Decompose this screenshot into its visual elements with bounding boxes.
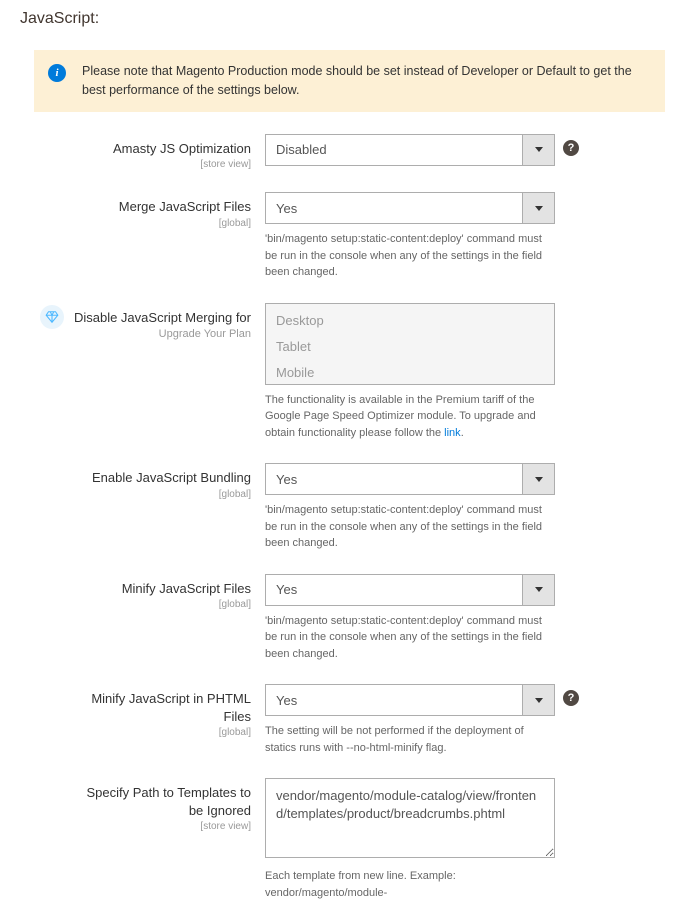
diamond-icon <box>40 305 64 329</box>
info-icon: i <box>48 64 66 82</box>
field-label: Merge JavaScript Files <box>70 198 251 216</box>
field-label: Amasty JS Optimization <box>70 140 251 158</box>
upgrade-link[interactable]: link <box>444 427 461 439</box>
chevron-down-icon <box>522 575 554 605</box>
section-title: JavaScript: <box>20 10 665 28</box>
field-scope: [global] <box>70 489 251 500</box>
templates-path-textarea[interactable] <box>265 778 555 858</box>
field-note: The functionality is available in the Pr… <box>265 392 555 442</box>
chevron-down-icon <box>522 135 554 165</box>
merge-js-select[interactable]: Yes <box>265 192 555 224</box>
field-scope: [global] <box>70 599 251 610</box>
minify-js-select[interactable]: Yes <box>265 574 555 606</box>
notice-box: i Please note that Magento Production mo… <box>34 50 665 112</box>
enable-bundling-select[interactable]: Yes <box>265 463 555 495</box>
field-scope: [global] <box>70 727 251 738</box>
field-minify-js: Minify JavaScript Files [global] Yes 'bi… <box>20 574 665 663</box>
minify-phtml-select[interactable]: Yes <box>265 684 555 716</box>
field-scope: [store view] <box>70 159 251 170</box>
field-merge-js: Merge JavaScript Files [global] Yes 'bin… <box>20 192 665 281</box>
field-minify-phtml: Minify JavaScript in PHTML Files [global… <box>20 684 665 756</box>
field-label: Enable JavaScript Bundling <box>70 469 251 487</box>
field-scope: [global] <box>70 218 251 229</box>
field-note: 'bin/magento setup:static-content:deploy… <box>265 502 555 552</box>
field-label: Minify JavaScript in PHTML Files <box>70 690 251 725</box>
chevron-down-icon <box>522 193 554 223</box>
tooltip-icon[interactable]: ? <box>563 690 579 706</box>
field-note: 'bin/magento setup:static-content:deploy… <box>265 613 555 663</box>
amasty-js-select[interactable]: Disabled <box>265 134 555 166</box>
field-enable-bundling: Enable JavaScript Bundling [global] Yes … <box>20 463 665 552</box>
field-note: 'bin/magento setup:static-content:deploy… <box>265 231 555 281</box>
field-disable-merge: Disable JavaScript Merging for Upgrade Y… <box>20 303 665 442</box>
upgrade-label: Upgrade Your Plan <box>70 328 251 340</box>
field-note: Each template from new line. Example: ve… <box>265 868 555 901</box>
chevron-down-icon <box>522 464 554 494</box>
field-scope: [store view] <box>70 821 251 832</box>
notice-text: Please note that Magento Production mode… <box>82 62 651 100</box>
field-note: The setting will be not performed if the… <box>265 723 555 756</box>
field-amasty-js: Amasty JS Optimization [store view] Disa… <box>20 134 665 171</box>
chevron-down-icon <box>522 685 554 715</box>
disable-merge-textarea: Desktop Tablet Mobile <box>265 303 555 385</box>
field-label: Disable JavaScript Merging for <box>70 309 251 327</box>
field-label: Minify JavaScript Files <box>70 580 251 598</box>
field-templates-path: Specify Path to Templates to be Ignored … <box>20 778 665 901</box>
tooltip-icon[interactable]: ? <box>563 140 579 156</box>
field-label: Specify Path to Templates to be Ignored <box>70 784 251 819</box>
